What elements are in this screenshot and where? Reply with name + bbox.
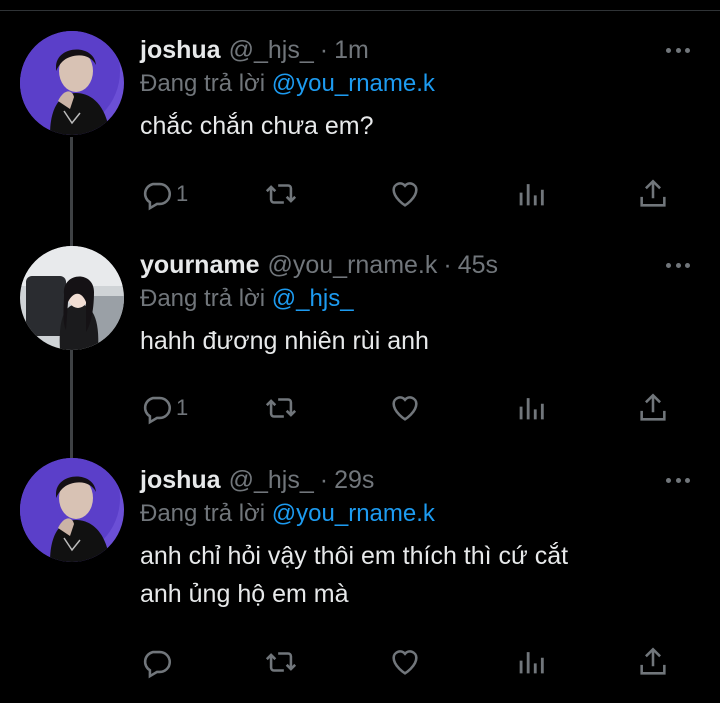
share-icon [640,393,666,421]
like-button[interactable] [388,388,422,428]
timestamp[interactable]: 45s [458,248,498,282]
tweet[interactable]: joshua @_hjs_ · 29s Đang trả lời @you_rn… [0,450,720,703]
reply-icon [143,650,172,679]
heart-icon [392,182,418,207]
mention-link[interactable]: @you_rname.k [272,70,435,97]
like-button[interactable] [388,642,422,682]
replying-to: Đang trả lời @_hjs_ [140,282,700,316]
reply-button[interactable]: 1 [140,388,188,428]
share-icon [640,179,666,207]
views-icon [519,652,544,674]
reply-icon [143,396,172,425]
more-icon[interactable] [666,475,690,485]
display-name[interactable]: joshua [140,463,221,497]
separator: · [319,466,329,494]
tweet-text-line: chắc chắn chưa em? [140,112,374,140]
tweet[interactable]: joshua @_hjs_ · 1m Đang trả lời @you_rna… [0,0,720,235]
action-bar: 1 [140,174,680,214]
reply-count: 1 [176,395,189,420]
views-button[interactable] [514,388,548,428]
timestamp[interactable]: 29s [334,463,374,497]
reply-icon [143,182,172,211]
share-button[interactable] [636,174,670,214]
timestamp[interactable]: 1m [334,33,369,67]
replying-to-label: Đang trả lời [140,285,266,312]
share-button[interactable] [636,388,670,428]
views-icon [519,184,544,206]
mention-link[interactable]: @_hjs_ [272,285,354,312]
replying-to: Đang trả lời @you_rname.k [140,497,700,531]
heart-icon [392,396,418,421]
retweet-button[interactable] [264,174,298,214]
avatar[interactable] [20,458,124,562]
retweet-icon [265,184,297,204]
display-name[interactable]: joshua [140,33,221,67]
reply-button[interactable]: 1 [140,174,188,214]
views-button[interactable] [514,642,548,682]
separator: · [319,36,329,64]
tweet-text: hahh đương nhiên rùi anh [140,322,700,360]
tweet-text-line: anh ủng hộ em mà [140,580,349,608]
tweet-text-line: anh chỉ hỏi vậy thôi em thích thì cứ cắt [140,542,569,570]
tweet-text: anh chỉ hỏi vậy thôi em thích thì cứ cắt… [140,537,700,613]
views-button[interactable] [514,174,548,214]
separator: · [443,251,452,279]
like-button[interactable] [388,174,422,214]
retweet-button[interactable] [264,642,298,682]
reply-button[interactable] [140,642,176,682]
tweet-header: joshua @_hjs_ · 29s [140,463,700,497]
more-icon[interactable] [666,45,690,55]
replying-to: Đang trả lời @you_rname.k [140,67,700,101]
retweet-icon [265,652,297,672]
views-icon [519,398,544,420]
avatar[interactable] [20,31,124,135]
heart-icon [392,650,418,675]
avatar[interactable] [20,246,124,350]
replying-to-label: Đang trả lời [140,70,266,97]
tweet[interactable]: yourname @you_rname.k · 45s Đang trả lời… [0,235,720,450]
mention-link[interactable]: @you_rname.k [272,500,435,527]
share-icon [640,647,666,675]
user-handle[interactable]: @_hjs_ [229,463,314,497]
tweet-text: chắc chắn chưa em? [140,107,700,145]
action-bar [140,642,680,682]
user-handle[interactable]: @you_rname.k [267,248,437,282]
tweet-text-line: hahh đương nhiên rùi anh [140,327,429,355]
display-name[interactable]: yourname [140,248,259,282]
retweet-icon [265,398,297,418]
user-handle[interactable]: @_hjs_ [229,33,314,67]
reply-count: 1 [176,181,189,206]
replying-to-label: Đang trả lời [140,500,266,527]
more-icon[interactable] [666,260,690,270]
tweet-header: yourname @you_rname.k · 45s [140,248,700,282]
share-button[interactable] [636,642,670,682]
tweet-header: joshua @_hjs_ · 1m [140,33,700,67]
action-bar: 1 [140,388,680,428]
retweet-button[interactable] [264,388,298,428]
